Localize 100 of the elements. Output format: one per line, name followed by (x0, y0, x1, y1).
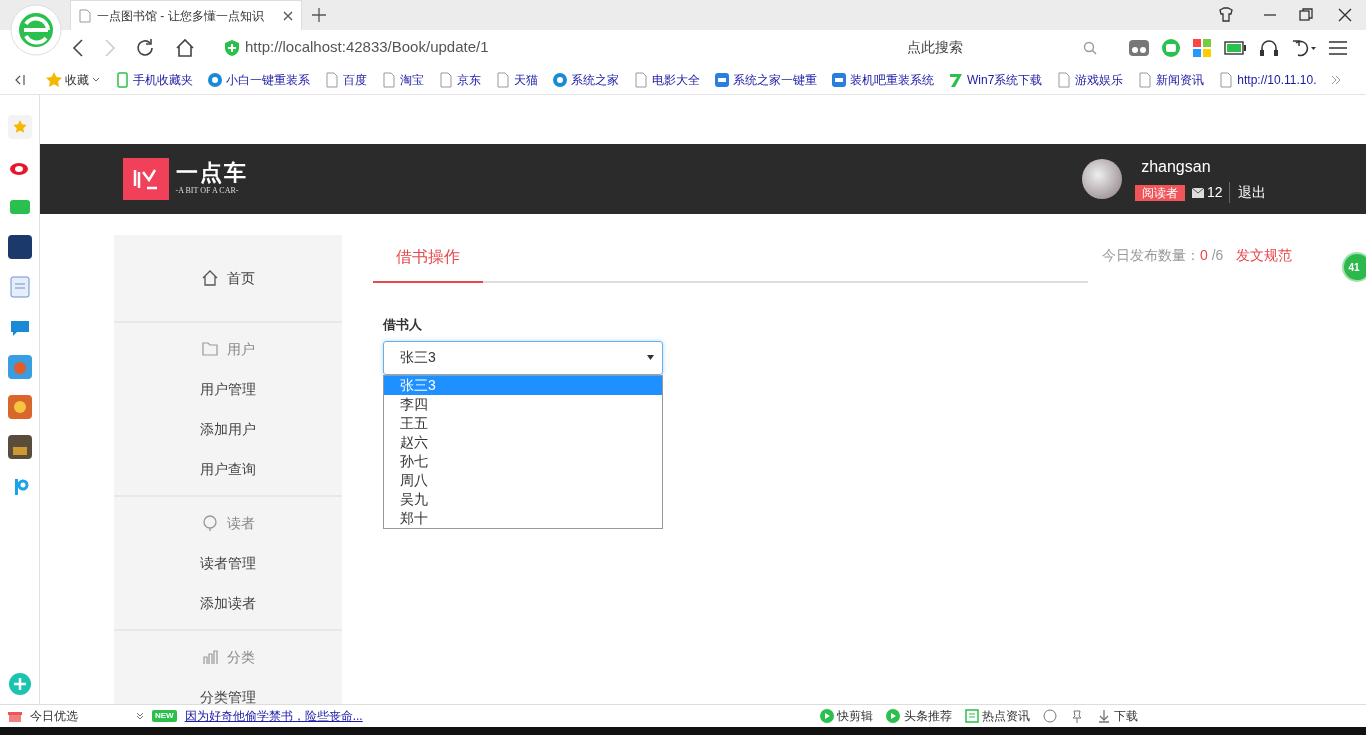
select-field[interactable]: 张三3 (383, 340, 663, 375)
home-icon (201, 269, 219, 287)
dropdown-option[interactable]: 赵六 (384, 432, 662, 452)
logout-link[interactable]: 退出 (1229, 182, 1266, 204)
brand-tagline: -A BIT OF A CAR- (175, 185, 240, 198)
bookmark-item[interactable]: 系统之家 (552, 70, 619, 89)
new-tab-icon[interactable] (312, 8, 326, 22)
page-icon (1056, 71, 1073, 88)
dropdown-option[interactable]: 李四 (384, 394, 662, 414)
chevron-icon[interactable] (136, 712, 144, 720)
page-icon (1137, 71, 1154, 88)
globe-icon (552, 71, 568, 88)
glasses-icon[interactable] (1128, 38, 1149, 57)
address-bar[interactable]: http://localhost:42833/Book/update/1 (224, 36, 845, 59)
role-badge: 阅读者 (1135, 184, 1186, 201)
tab[interactable]: 借书操作 (373, 235, 483, 283)
status-item[interactable]: 热点资讯 (964, 707, 1030, 725)
dropdown-option[interactable]: 王五 (384, 413, 662, 433)
play-icon (886, 709, 901, 723)
bookmark-item[interactable]: 百度 (324, 70, 367, 89)
menu-item[interactable]: 读者管理 (200, 543, 256, 583)
publish-count: 今日发布数量：0 /6 (1102, 246, 1224, 265)
menu-item[interactable]: 用户查询 (200, 449, 256, 489)
bookmark-item[interactable]: 手机收藏夹 (114, 70, 193, 89)
caret-icon (92, 76, 100, 83)
shield-icon (224, 39, 239, 56)
page-icon (633, 71, 649, 88)
globe-icon (207, 71, 223, 88)
gift-icon (8, 709, 22, 723)
bookmark-item[interactable]: 电影大全 (633, 70, 700, 89)
menu-item[interactable]: 分类管理 (200, 677, 256, 704)
bookmark-item[interactable]: 游戏娱乐 (1056, 70, 1124, 89)
bookmark-item[interactable]: 小白一键重装系 (207, 70, 310, 89)
search-placeholder: 点此搜索 (906, 38, 963, 57)
dropdown-option[interactable]: 孙七 (384, 451, 662, 471)
tab-title: 一点图书馆 - 让您多懂一点知识 (97, 7, 265, 25)
menu-item[interactable]: 添加读者 (200, 583, 256, 623)
status-item[interactable]: 头条推荐 (886, 707, 952, 725)
status-item[interactable]: 下载 (1096, 707, 1138, 725)
phone-icon (114, 71, 130, 88)
rules-link[interactable]: 发文规范 (1236, 245, 1293, 266)
bookmark-item[interactable]: 装机吧重装系统 (831, 70, 934, 89)
play-icon (820, 709, 834, 723)
tiles-icon[interactable] (1192, 38, 1211, 57)
bookmark-item[interactable]: 新闻资讯 (1137, 70, 1205, 89)
seven-icon (948, 71, 964, 88)
back-icon[interactable] (72, 38, 84, 57)
avatar (1082, 159, 1123, 199)
close-icon[interactable] (283, 10, 293, 21)
brand-name: 一点车 (175, 160, 248, 186)
search-icon[interactable] (1082, 40, 1097, 55)
dropdown-option[interactable]: 郑十 (384, 508, 662, 528)
shirt-icon[interactable] (1218, 7, 1234, 23)
news-icon (964, 709, 979, 723)
folder-icon (201, 340, 219, 358)
brand-logo-icon (123, 158, 169, 200)
download-icon (1096, 709, 1111, 723)
bookmark-item[interactable]: Win7系统下载 (948, 70, 1043, 89)
page-icon (1218, 71, 1235, 88)
menu-section-title: 用户 (227, 339, 255, 359)
menu-item[interactable]: 首页 (201, 258, 255, 298)
star-icon (46, 71, 62, 88)
restore-icon[interactable] (1298, 7, 1314, 23)
close-icon[interactable] (1337, 7, 1353, 23)
dropdown-option[interactable]: 周八 (384, 470, 662, 490)
bookmark-item[interactable]: http://10.11.10. (1218, 70, 1317, 89)
headphones-icon[interactable] (1258, 38, 1279, 57)
status-item[interactable]: 快剪辑 (820, 707, 874, 725)
menu-section-title: 分类 (227, 647, 255, 667)
field-label: 借书人 (383, 316, 423, 334)
bulb-icon (201, 514, 219, 532)
url-text: http://localhost:42833/Book/update/1 (245, 37, 489, 58)
bookmark-item[interactable]: 系统之家一键重 (714, 70, 817, 89)
browser-tab[interactable]: 一点图书馆 - 让您多懂一点知识 (70, 0, 302, 30)
page-icon (495, 71, 511, 88)
bar-chart-icon (201, 648, 219, 666)
search-field[interactable]: 点此搜索 (906, 37, 1097, 58)
menu-icon[interactable] (1328, 39, 1347, 56)
home-icon[interactable] (174, 37, 195, 58)
status-text: 今日优选 (30, 708, 78, 725)
menu-item[interactable]: 用户管理 (200, 369, 256, 409)
menu-item[interactable]: 添加用户 (200, 409, 256, 449)
menu-section-title: 读者 (227, 513, 255, 533)
chevron-icon[interactable] (1330, 74, 1341, 85)
messages-link[interactable]: 12 (1191, 182, 1223, 204)
undo-icon[interactable] (1291, 38, 1316, 57)
page-icon (324, 71, 340, 88)
reload-icon[interactable] (135, 37, 155, 58)
page-icon (79, 8, 91, 23)
chat-icon[interactable] (1161, 38, 1180, 57)
user-name: zhangsan (1141, 156, 1212, 177)
bookmark-item[interactable]: 收藏 (46, 70, 100, 89)
page-icon (438, 71, 454, 88)
news-link[interactable]: 因为好奇他偷学禁书，险些丧命... (184, 707, 363, 725)
bookmark-item[interactable]: 天猫 (495, 70, 538, 89)
bookmark-item[interactable]: 淘宝 (381, 70, 424, 89)
bookmark-item[interactable]: 京东 (438, 70, 481, 89)
dropdown-option[interactable]: 吴九 (384, 489, 662, 509)
battery-icon[interactable] (1223, 40, 1246, 55)
page-icon (381, 71, 397, 88)
